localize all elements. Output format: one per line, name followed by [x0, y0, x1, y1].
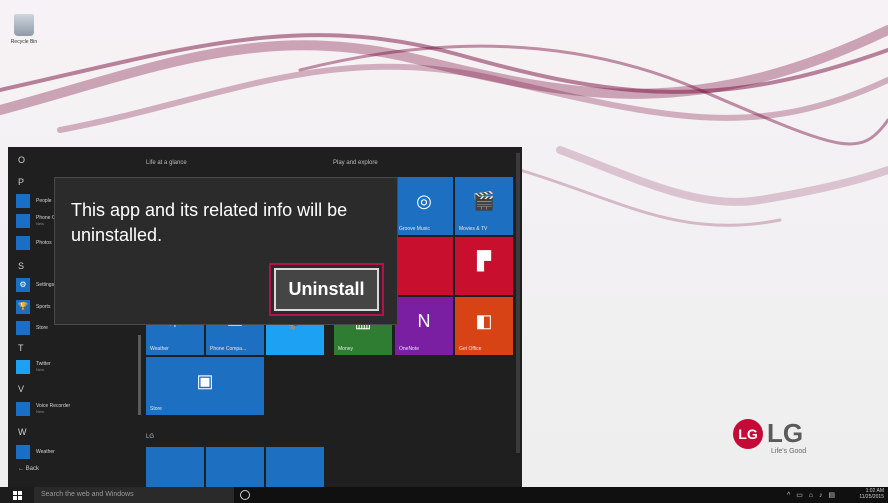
section-play-and-explore: Play and explore: [333, 160, 378, 166]
shopping-bag-icon: ▣: [196, 370, 214, 391]
onenote-icon: N: [417, 310, 431, 331]
uninstall-highlight: Uninstall: [269, 263, 384, 316]
clapperboard-icon: 🎬: [472, 190, 496, 211]
app-people[interactable]: People: [16, 193, 52, 208]
app-settings[interactable]: ⚙ Settings: [16, 277, 54, 292]
recycle-bin[interactable]: Recycle Bin: [6, 14, 42, 45]
app-store[interactable]: Store: [16, 320, 48, 335]
clock-date: 11/25/2015: [859, 494, 884, 500]
letter-header-w[interactable]: W: [18, 427, 27, 437]
tile-store[interactable]: ▣ Store: [146, 357, 264, 415]
tile-lg-app-2[interactable]: [206, 447, 264, 487]
letter-header-p[interactable]: P: [18, 177, 24, 187]
clock[interactable]: 1:02 AM 11/25/2015: [858, 488, 884, 500]
tile-news[interactable]: [395, 237, 453, 295]
uninstall-button[interactable]: Uninstall: [274, 268, 379, 311]
twitter-icon: [16, 359, 30, 374]
app-weather[interactable]: Weather: [16, 444, 55, 459]
tile-flipboard[interactable]: ▛: [455, 237, 513, 295]
system-tray-icons[interactable]: ^ ▭ ⌂ ♪ ▤: [787, 491, 837, 499]
search-box[interactable]: Search the web and Windows: [34, 487, 234, 503]
people-icon: [16, 193, 30, 208]
recycle-bin-icon: [14, 14, 34, 36]
photos-icon: [16, 235, 30, 250]
back-button[interactable]: ← Back: [18, 466, 39, 472]
section-life-at-a-glance: Life at a glance: [146, 160, 187, 166]
phone-icon: [16, 213, 30, 228]
disc-icon: ◎: [416, 190, 432, 211]
gear-icon: ⚙: [16, 277, 30, 292]
recycle-bin-label: Recycle Bin: [10, 39, 38, 45]
tile-onenote[interactable]: N OneNote: [395, 297, 453, 355]
windows-logo-icon: [12, 490, 22, 500]
task-view-icon[interactable]: [240, 490, 250, 500]
arrow-left-icon: ←: [18, 466, 26, 472]
taskbar: Search the web and Windows ^ ▭ ⌂ ♪ ▤ 1:0…: [0, 487, 888, 503]
app-twitter[interactable]: Twitter New: [16, 359, 51, 374]
flipboard-icon: ▛: [477, 250, 491, 271]
lg-tagline: Life's Good: [771, 448, 807, 455]
microphone-icon: [16, 401, 30, 416]
tile-movies-tv[interactable]: 🎬 Movies & TV: [455, 177, 513, 235]
uninstall-dialog: This app and its related info will be un…: [54, 177, 398, 325]
section-lg: LG: [146, 434, 155, 440]
tiles-scrollbar[interactable]: [516, 153, 520, 453]
tile-groove-music[interactable]: ◎ Groove Music: [395, 177, 453, 235]
app-list-scrollbar[interactable]: [138, 335, 141, 415]
letter-header-o[interactable]: O: [18, 155, 25, 165]
tile-lg-app-1[interactable]: [146, 447, 204, 487]
tile-get-office[interactable]: ◧ Get Office: [455, 297, 513, 355]
start-button[interactable]: [0, 487, 34, 503]
lg-logo-icon: LG: [733, 418, 763, 449]
office-icon: ◧: [475, 310, 493, 331]
letter-header-v[interactable]: V: [18, 384, 24, 394]
tile-lg-app-3[interactable]: [266, 447, 324, 487]
news-icon: [395, 237, 453, 285]
app-sports[interactable]: 🏆 Sports: [16, 299, 50, 314]
letter-header-t[interactable]: T: [18, 343, 24, 353]
app-photos[interactable]: Photos: [16, 235, 52, 250]
trophy-icon: 🏆: [16, 299, 30, 314]
uninstall-message: This app and its related info will be un…: [71, 200, 348, 245]
weather-icon: [16, 444, 30, 459]
store-icon: [16, 320, 30, 335]
lg-logo: LG LG: [733, 418, 803, 449]
letter-header-s[interactable]: S: [18, 261, 24, 271]
app-voice-recorder[interactable]: Voice Recorder New: [16, 401, 70, 416]
lg-brand-name: LG: [767, 418, 804, 448]
